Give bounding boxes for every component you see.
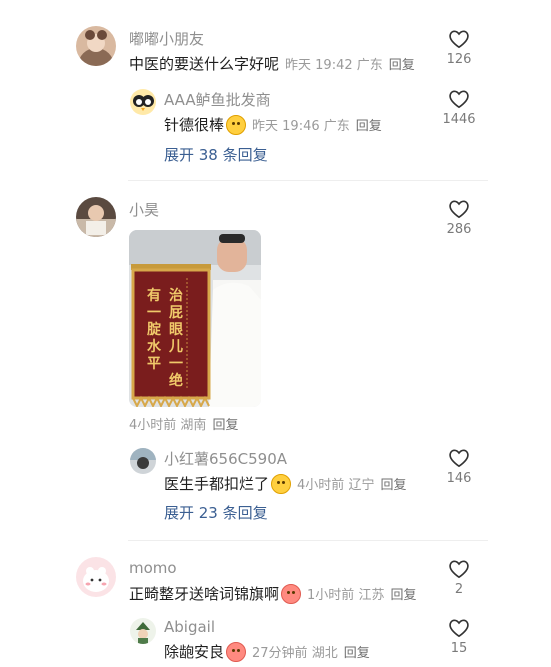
expand-replies-button[interactable]: 展开 38 条回复 [164, 144, 268, 165]
reply-link[interactable]: 回复 [344, 646, 370, 661]
reply-username[interactable]: Abigail [164, 618, 215, 636]
like-button[interactable]: 1446 [439, 89, 479, 127]
like-count: 15 [450, 641, 468, 656]
like-count: 286 [446, 222, 472, 237]
like-count: 146 [446, 471, 472, 486]
reply-location: 辽宁 [348, 478, 375, 493]
reply-time: 27分钟前 [252, 646, 308, 661]
banner-line-1: 治屁眼儿一绝 [169, 288, 183, 389]
comment-location: 江苏 [358, 588, 385, 603]
reply-link[interactable]: 回复 [380, 478, 406, 493]
comment-username[interactable]: momo [129, 559, 177, 577]
comment-body: 正畸整牙送啥词锦旗啊 [129, 585, 280, 603]
avatar[interactable] [130, 448, 156, 474]
heart-icon [449, 90, 469, 109]
comment-text: 中医的要送什么字好呢 昨天 19:42 广东 回复 [129, 53, 415, 74]
comment-location: 广东 [356, 58, 383, 73]
reply-location: 湖北 [311, 646, 338, 661]
reply-text: 医生手都扣烂了 4小时前 辽宁 回复 [164, 473, 406, 494]
reply-body: 医生手都扣烂了 [164, 475, 270, 493]
reply-link[interactable]: 回复 [356, 119, 382, 134]
like-count: 126 [446, 52, 472, 67]
heart-icon [449, 200, 469, 219]
reply-text: 除龅安良 27分钟前 湖北 回复 [164, 641, 370, 662]
comment-meta: 4小时前 湖南 回复 [129, 414, 238, 433]
avatar[interactable] [130, 89, 156, 115]
reply-username[interactable]: 小红薯656C590A [164, 448, 287, 469]
comment-text: 正畸整牙送啥词锦旗啊 1小时前 江苏 回复 [129, 583, 416, 604]
like-button[interactable]: 126 [439, 29, 479, 67]
smile-emoji-icon [271, 473, 292, 494]
reply-time: 4小时前 [297, 478, 345, 493]
reply-body: 除龅安良 [164, 643, 225, 661]
reply-link[interactable]: 回复 [212, 418, 238, 433]
like-button[interactable]: 2 [439, 559, 479, 597]
like-count: 2 [454, 582, 464, 597]
smile-emoji-icon [226, 114, 247, 135]
like-button[interactable]: 286 [439, 199, 479, 237]
divider [128, 180, 488, 181]
reply-text: 针德很棒 昨天 19:46 广东 回复 [164, 114, 382, 135]
comment-body: 中医的要送什么字好呢 [129, 55, 280, 73]
like-count: 1446 [442, 112, 476, 127]
comment-image[interactable]: 治屁眼儿一绝 有一腚水平 [129, 230, 261, 407]
like-button[interactable]: 15 [439, 618, 479, 656]
like-button[interactable]: 146 [439, 448, 479, 486]
reply-username[interactable]: AAA鲈鱼批发商 [164, 89, 271, 110]
avatar[interactable] [76, 26, 116, 66]
comment-time: 昨天 19:42 [285, 58, 353, 73]
peach-emoji-icon [281, 583, 302, 604]
divider [128, 540, 488, 541]
comment-time: 1小时前 [307, 588, 355, 603]
heart-icon [449, 619, 469, 638]
avatar[interactable] [76, 197, 116, 237]
avatar[interactable] [130, 618, 156, 644]
reply-time: 昨天 19:46 [252, 119, 320, 134]
reply-body: 针德很棒 [164, 116, 225, 134]
reply-link[interactable]: 回复 [390, 588, 416, 603]
expand-replies-button[interactable]: 展开 23 条回复 [164, 502, 268, 523]
comment-location: 湖南 [180, 418, 207, 433]
reply-location: 广东 [323, 119, 350, 134]
heart-icon [449, 30, 469, 49]
peach-emoji-icon [226, 641, 247, 662]
banner-line-2: 有一腚水平 [147, 288, 161, 372]
heart-icon [449, 449, 469, 468]
avatar[interactable] [76, 557, 116, 597]
comment-time: 4小时前 [129, 418, 177, 433]
comment-username[interactable]: 嘟嘟小朋友 [129, 28, 204, 49]
reply-link[interactable]: 回复 [389, 58, 415, 73]
comment-username[interactable]: 小昊 [129, 199, 159, 220]
heart-icon [449, 560, 469, 579]
